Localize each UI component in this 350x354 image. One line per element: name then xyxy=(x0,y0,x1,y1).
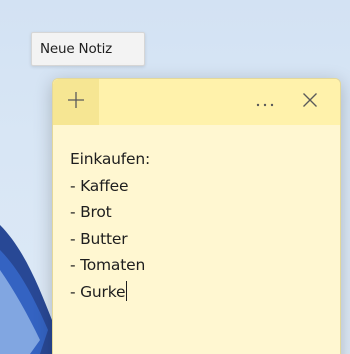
note-line: - Kaffee xyxy=(70,176,129,195)
note-line-last: - Gurke xyxy=(70,279,320,306)
tooltip-label: Neue Notiz xyxy=(40,41,113,57)
note-line: - Brot xyxy=(70,203,112,221)
note-line: - Tomaten xyxy=(70,256,146,274)
sticky-note-window: Einkaufen: - Kaffee - Brot - Butter - To… xyxy=(52,78,341,354)
close-icon xyxy=(302,92,318,112)
note-line: Einkaufen: xyxy=(70,150,150,168)
text-caret xyxy=(126,280,128,301)
note-header xyxy=(53,79,340,125)
more-options-icon xyxy=(255,93,275,112)
new-note-button[interactable] xyxy=(53,79,99,125)
new-note-tooltip: Neue Notiz xyxy=(31,32,145,66)
note-line-text: - Gurke xyxy=(70,282,126,301)
note-text-area[interactable]: Einkaufen: - Kaffee - Brot - Butter - To… xyxy=(70,146,320,305)
more-options-button[interactable] xyxy=(248,87,282,117)
note-line: - Butter xyxy=(70,229,128,248)
plus-icon xyxy=(67,91,85,113)
close-note-button[interactable] xyxy=(293,87,327,117)
